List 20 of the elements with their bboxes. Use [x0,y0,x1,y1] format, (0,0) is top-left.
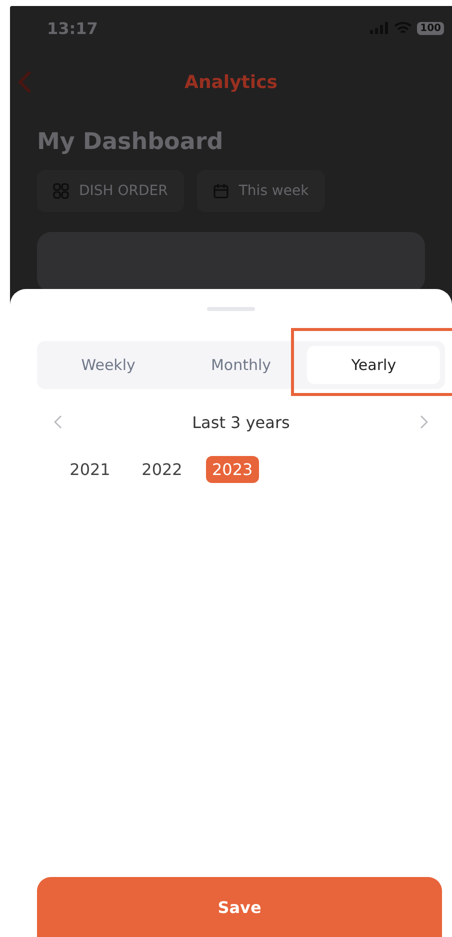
filter-chip[interactable]: DISH ORDER [37,170,184,212]
grid-icon [53,183,69,199]
battery-indicator: 100 [417,22,444,34]
year-option[interactable]: 2022 [134,456,190,483]
filter-chip[interactable]: This week [196,170,325,212]
back-icon [18,70,32,94]
calendar-icon [212,183,229,199]
year-option[interactable]: 2023 [206,456,259,483]
back-button[interactable] [18,70,32,94]
year-option[interactable]: 2021 [62,456,118,483]
status-time: 13:17 [47,18,98,38]
range-label: Last 3 years [192,412,290,432]
chevron-left-icon [54,415,62,429]
header-title: Analytics [184,72,278,92]
save-button[interactable]: Save [37,877,442,937]
chevron-right-icon [420,415,428,429]
period-tab[interactable]: Weekly [42,346,175,384]
dashboard-title: My Dashboard [37,129,224,155]
period-tab[interactable]: Yearly [307,346,440,384]
period-tab[interactable]: Monthly [174,346,308,384]
